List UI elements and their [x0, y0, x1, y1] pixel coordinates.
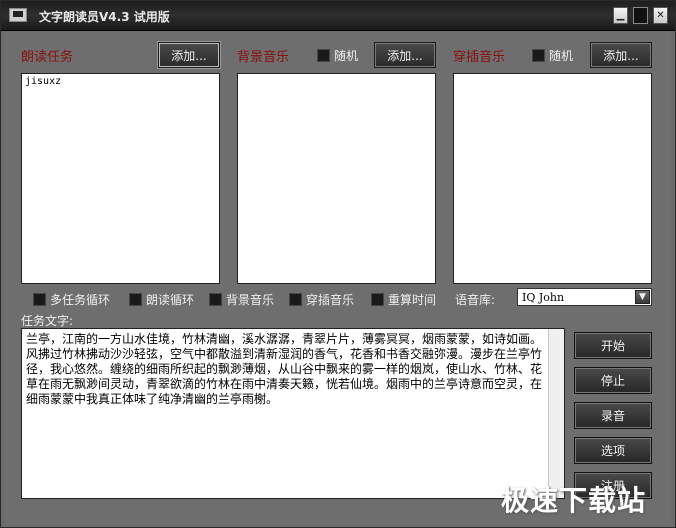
record-button[interactable]: 录音 [574, 402, 652, 429]
stop-button[interactable]: 停止 [574, 367, 652, 394]
add-bg-music-button[interactable]: 添加... [374, 42, 436, 68]
multi-task-loop-label: 多任务循环 [50, 293, 111, 307]
bg-music-list[interactable] [237, 73, 436, 284]
read-loop-checkbox[interactable]: 朗读循环 [129, 291, 194, 308]
options-button[interactable]: 选项 [574, 437, 652, 464]
tasks-label: 朗读任务 [21, 50, 74, 65]
checkbox-box [532, 49, 545, 62]
insert-music-random-checkbox[interactable]: 随机 [532, 47, 573, 64]
close-button[interactable]: ✕ [653, 7, 668, 24]
checkbox-box [33, 293, 46, 306]
start-button[interactable]: 开始 [574, 332, 652, 359]
insert-music-random-label: 随机 [549, 49, 574, 63]
insert-music-list[interactable] [453, 73, 652, 284]
bg-music-label: 背景音乐 [237, 50, 290, 65]
checkbox-box [289, 293, 302, 306]
scrollbar[interactable] [548, 329, 564, 498]
chevron-down-icon[interactable]: ▼ [635, 290, 650, 304]
read-loop-label: 朗读循环 [146, 293, 195, 307]
insert-music-option-label: 穿插音乐 [306, 293, 355, 307]
insert-music-option-checkbox[interactable]: 穿插音乐 [289, 291, 354, 308]
maximize-button[interactable] [633, 7, 648, 24]
bg-music-option-checkbox[interactable]: 背景音乐 [209, 291, 274, 308]
minimize-button[interactable]: ▁ [613, 7, 628, 24]
bg-music-option-label: 背景音乐 [226, 293, 275, 307]
main-window: 文字朗读员V4.3 试用版 ▁ ✕ 朗读任务 添加... 背景音乐 随机 添加.… [0, 0, 676, 528]
checkbox-box [371, 293, 384, 306]
checkbox-box [129, 293, 142, 306]
voice-selected: IQ John [522, 291, 565, 304]
add-task-button[interactable]: 添加... [158, 42, 220, 68]
task-text-content: 兰亭，江南的一方山水佳境，竹林清幽，溪水潺潺，青翠片片，薄雾冥冥，烟雨蒙蒙，如诗… [26, 332, 543, 406]
multi-task-loop-checkbox[interactable]: 多任务循环 [33, 291, 110, 308]
main-content: 朗读任务 添加... 背景音乐 随机 添加... 穿插音乐 随机 添加... j… [5, 32, 671, 525]
list-item[interactable]: jisuxz [25, 76, 216, 87]
recalc-time-checkbox[interactable]: 重算时间 [371, 291, 436, 308]
bg-music-random-label: 随机 [334, 49, 359, 63]
bg-music-random-checkbox[interactable]: 随机 [317, 47, 358, 64]
insert-music-label: 穿插音乐 [453, 50, 506, 65]
task-list[interactable]: jisuxz [21, 73, 220, 284]
task-text-label: 任务文字: [21, 314, 74, 328]
checkbox-box [317, 49, 330, 62]
app-icon [9, 8, 27, 22]
recalc-time-label: 重算时间 [388, 293, 437, 307]
title-bar[interactable]: 文字朗读员V4.3 试用版 ▁ ✕ [1, 1, 675, 31]
add-insert-music-button[interactable]: 添加... [590, 42, 652, 68]
checkbox-box [209, 293, 222, 306]
voice-select[interactable]: IQ John ▼ [517, 288, 652, 306]
voice-label: 语音库: [455, 293, 496, 307]
watermark-logo: 极速下载站 [501, 484, 647, 517]
task-text-area[interactable]: 兰亭，江南的一方山水佳境，竹林清幽，溪水潺潺，青翠片片，薄雾冥冥，烟雨蒙蒙，如诗… [21, 328, 565, 499]
window-title: 文字朗读员V4.3 试用版 [39, 10, 170, 24]
